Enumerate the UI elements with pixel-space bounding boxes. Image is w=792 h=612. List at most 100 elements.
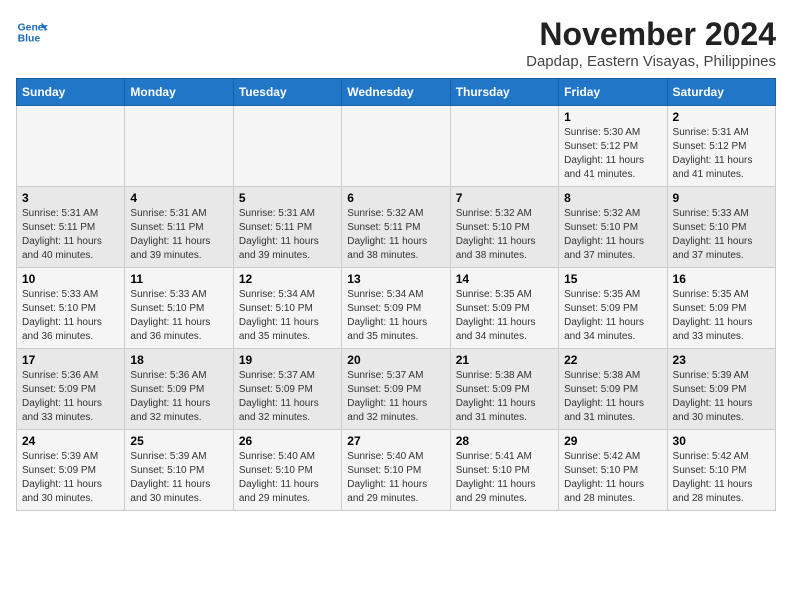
day-number: 1 — [564, 110, 661, 124]
calendar-week-row: 3 Sunrise: 5:31 AM Sunset: 5:11 PM Daylig… — [17, 187, 776, 268]
day-info: Sunrise: 5:42 AM Sunset: 5:10 PM Dayligh… — [673, 450, 770, 506]
weekday-header: Thursday — [450, 79, 558, 106]
day-info: Sunrise: 5:31 AM Sunset: 5:11 PM Dayligh… — [22, 207, 119, 263]
page-title: November 2024 — [526, 16, 776, 53]
day-number: 7 — [456, 191, 553, 205]
day-number: 14 — [456, 272, 553, 286]
logo: General Blue — [16, 16, 48, 48]
day-info: Sunrise: 5:31 AM Sunset: 5:11 PM Dayligh… — [130, 207, 227, 263]
calendar-cell: 19 Sunrise: 5:37 AM Sunset: 5:09 PM Dayli… — [233, 349, 341, 430]
day-number: 28 — [456, 434, 553, 448]
calendar-cell — [450, 106, 558, 187]
calendar-cell: 25Sunrise: 5:39 AM Sunset: 5:10 PM Dayli… — [125, 430, 233, 511]
day-info: Sunrise: 5:37 AM Sunset: 5:09 PM Dayligh… — [239, 369, 336, 425]
calendar-cell: 12Sunrise: 5:34 AM Sunset: 5:10 PM Dayli… — [233, 268, 341, 349]
day-number: 11 — [130, 272, 227, 286]
calendar-cell: 8 Sunrise: 5:32 AM Sunset: 5:10 PM Daylig… — [559, 187, 667, 268]
calendar-cell: 7 Sunrise: 5:32 AM Sunset: 5:10 PM Daylig… — [450, 187, 558, 268]
weekday-header: Tuesday — [233, 79, 341, 106]
weekday-header: Saturday — [667, 79, 775, 106]
calendar-cell — [233, 106, 341, 187]
calendar-cell: 23 Sunrise: 5:39 AM Sunset: 5:09 PM Dayli… — [667, 349, 775, 430]
day-number: 2 — [673, 110, 770, 124]
day-info: Sunrise: 5:42 AM Sunset: 5:10 PM Dayligh… — [564, 450, 661, 506]
day-number: 6 — [347, 191, 444, 205]
day-number: 5 — [239, 191, 336, 205]
day-info: Sunrise: 5:41 AM Sunset: 5:10 PM Dayligh… — [456, 450, 553, 506]
calendar-cell: 16Sunrise: 5:35 AM Sunset: 5:09 PM Dayli… — [667, 268, 775, 349]
calendar-cell — [17, 106, 125, 187]
calendar-cell: 22 Sunrise: 5:38 AM Sunset: 5:09 PM Dayli… — [559, 349, 667, 430]
calendar-cell: 1 Sunrise: 5:30 AM Sunset: 5:12 PM Daylig… — [559, 106, 667, 187]
day-number: 20 — [347, 353, 444, 367]
day-info: Sunrise: 5:40 AM Sunset: 5:10 PM Dayligh… — [347, 450, 444, 506]
day-info: Sunrise: 5:34 AM Sunset: 5:09 PM Dayligh… — [347, 288, 444, 344]
day-info: Sunrise: 5:30 AM Sunset: 5:12 PM Dayligh… — [564, 126, 661, 182]
day-number: 27 — [347, 434, 444, 448]
day-info: Sunrise: 5:35 AM Sunset: 5:09 PM Dayligh… — [673, 288, 770, 344]
day-number: 15 — [564, 272, 661, 286]
weekday-header: Wednesday — [342, 79, 450, 106]
calendar-week-row: 1 Sunrise: 5:30 AM Sunset: 5:12 PM Daylig… — [17, 106, 776, 187]
day-number: 25 — [130, 434, 227, 448]
calendar-cell: 2Sunrise: 5:31 AM Sunset: 5:12 PM Daylig… — [667, 106, 775, 187]
calendar-cell: 20 Sunrise: 5:37 AM Sunset: 5:09 PM Dayli… — [342, 349, 450, 430]
day-number: 17 — [22, 353, 119, 367]
weekday-header: Friday — [559, 79, 667, 106]
calendar-cell: 18Sunrise: 5:36 AM Sunset: 5:09 PM Dayli… — [125, 349, 233, 430]
day-number: 10 — [22, 272, 119, 286]
day-info: Sunrise: 5:31 AM Sunset: 5:11 PM Dayligh… — [239, 207, 336, 263]
day-number: 24 — [22, 434, 119, 448]
day-number: 3 — [22, 191, 119, 205]
weekday-header: Monday — [125, 79, 233, 106]
calendar-cell: 17 Sunrise: 5:36 AM Sunset: 5:09 PM Dayli… — [17, 349, 125, 430]
calendar-cell — [342, 106, 450, 187]
day-number: 8 — [564, 191, 661, 205]
day-number: 4 — [130, 191, 227, 205]
calendar-cell: 6 Sunrise: 5:32 AM Sunset: 5:11 PM Daylig… — [342, 187, 450, 268]
calendar-cell: 3 Sunrise: 5:31 AM Sunset: 5:11 PM Daylig… — [17, 187, 125, 268]
calendar-cell: 30 Sunrise: 5:42 AM Sunset: 5:10 PM Dayli… — [667, 430, 775, 511]
calendar-cell: 26 Sunrise: 5:40 AM Sunset: 5:10 PM Dayli… — [233, 430, 341, 511]
day-number: 12 — [239, 272, 336, 286]
day-info: Sunrise: 5:35 AM Sunset: 5:09 PM Dayligh… — [564, 288, 661, 344]
calendar-week-row: 10 Sunrise: 5:33 AM Sunset: 5:10 PM Dayli… — [17, 268, 776, 349]
calendar-cell: 24 Sunrise: 5:39 AM Sunset: 5:09 PM Dayli… — [17, 430, 125, 511]
day-number: 22 — [564, 353, 661, 367]
day-number: 23 — [673, 353, 770, 367]
calendar-cell: 15 Sunrise: 5:35 AM Sunset: 5:09 PM Dayli… — [559, 268, 667, 349]
day-info: Sunrise: 5:32 AM Sunset: 5:10 PM Dayligh… — [564, 207, 661, 263]
day-info: Sunrise: 5:33 AM Sunset: 5:10 PM Dayligh… — [22, 288, 119, 344]
calendar-cell: 28 Sunrise: 5:41 AM Sunset: 5:10 PM Dayli… — [450, 430, 558, 511]
day-number: 26 — [239, 434, 336, 448]
calendar-cell: 11 Sunrise: 5:33 AM Sunset: 5:10 PM Dayli… — [125, 268, 233, 349]
calendar-cell: 4 Sunrise: 5:31 AM Sunset: 5:11 PM Daylig… — [125, 187, 233, 268]
page-header: General Blue November 2024 Dapdap, Easte… — [16, 16, 776, 70]
day-info: Sunrise: 5:35 AM Sunset: 5:09 PM Dayligh… — [456, 288, 553, 344]
day-number: 30 — [673, 434, 770, 448]
calendar-cell: 29Sunrise: 5:42 AM Sunset: 5:10 PM Dayli… — [559, 430, 667, 511]
weekday-header: Sunday — [17, 79, 125, 106]
day-info: Sunrise: 5:33 AM Sunset: 5:10 PM Dayligh… — [130, 288, 227, 344]
calendar-cell: 10 Sunrise: 5:33 AM Sunset: 5:10 PM Dayli… — [17, 268, 125, 349]
day-info: Sunrise: 5:36 AM Sunset: 5:09 PM Dayligh… — [22, 369, 119, 425]
day-info: Sunrise: 5:32 AM Sunset: 5:11 PM Dayligh… — [347, 207, 444, 263]
day-info: Sunrise: 5:37 AM Sunset: 5:09 PM Dayligh… — [347, 369, 444, 425]
page-subtitle: Dapdap, Eastern Visayas, Philippines — [526, 53, 776, 70]
day-info: Sunrise: 5:39 AM Sunset: 5:09 PM Dayligh… — [22, 450, 119, 506]
day-info: Sunrise: 5:38 AM Sunset: 5:09 PM Dayligh… — [564, 369, 661, 425]
svg-text:Blue: Blue — [18, 34, 41, 45]
day-number: 18 — [130, 353, 227, 367]
title-block: November 2024 Dapdap, Eastern Visayas, P… — [526, 16, 776, 70]
day-info: Sunrise: 5:38 AM Sunset: 5:09 PM Dayligh… — [456, 369, 553, 425]
day-number: 19 — [239, 353, 336, 367]
day-info: Sunrise: 5:40 AM Sunset: 5:10 PM Dayligh… — [239, 450, 336, 506]
calendar-cell: 27 Sunrise: 5:40 AM Sunset: 5:10 PM Dayli… — [342, 430, 450, 511]
day-number: 21 — [456, 353, 553, 367]
day-info: Sunrise: 5:32 AM Sunset: 5:10 PM Dayligh… — [456, 207, 553, 263]
calendar-week-row: 24 Sunrise: 5:39 AM Sunset: 5:09 PM Dayli… — [17, 430, 776, 511]
calendar-header-row: SundayMondayTuesdayWednesdayThursdayFrid… — [17, 79, 776, 106]
calendar-week-row: 17 Sunrise: 5:36 AM Sunset: 5:09 PM Dayli… — [17, 349, 776, 430]
day-info: Sunrise: 5:39 AM Sunset: 5:09 PM Dayligh… — [673, 369, 770, 425]
calendar-cell — [125, 106, 233, 187]
